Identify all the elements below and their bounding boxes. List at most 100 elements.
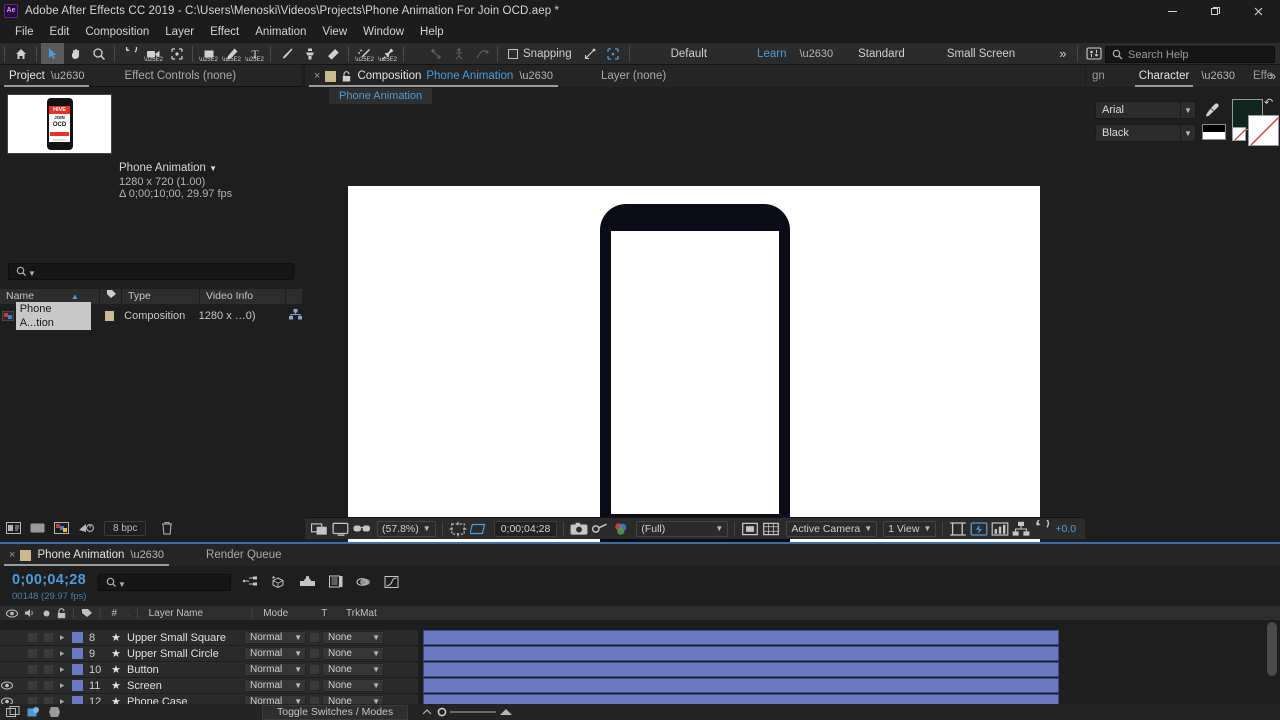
tab-character[interactable]: Character bbox=[1133, 65, 1196, 87]
layer-duration-bar[interactable] bbox=[423, 662, 1059, 677]
composition-viewer[interactable] bbox=[305, 105, 1085, 575]
3d-renderer-icon[interactable] bbox=[762, 520, 780, 538]
timeline-current-timecode[interactable]: 0;00;04;28 bbox=[12, 572, 86, 588]
workspace-small-screen[interactable]: Small Screen bbox=[940, 48, 1022, 60]
layer-solo-toggle[interactable] bbox=[28, 633, 37, 642]
layer-label-color[interactable] bbox=[72, 632, 83, 643]
layer-expand-arrow-icon[interactable]: ▸ bbox=[60, 662, 72, 678]
font-family-dropdown[interactable]: Arial ▼ bbox=[1095, 101, 1196, 119]
eye-icon[interactable] bbox=[6, 609, 18, 618]
font-style-dropdown[interactable]: Black ▼ bbox=[1095, 124, 1196, 142]
project-search-input[interactable]: ▼ bbox=[8, 263, 294, 280]
zoom-tool-icon[interactable] bbox=[87, 43, 110, 64]
layer-name[interactable]: Upper Small Square bbox=[127, 630, 244, 646]
no-fill-swatch[interactable] bbox=[1232, 127, 1246, 141]
puppet-bend-icon[interactable] bbox=[470, 43, 493, 64]
layer-preserve-transparency-toggle[interactable] bbox=[309, 649, 319, 658]
toggle-transparency-grid-icon[interactable] bbox=[741, 520, 759, 538]
lock-icon[interactable] bbox=[57, 607, 66, 619]
tab-effect-controls[interactable]: Effect Controls (none) bbox=[115, 65, 245, 87]
show-snapshot-icon[interactable] bbox=[591, 520, 609, 538]
project-item-label-color[interactable] bbox=[104, 310, 115, 321]
table-row[interactable]: ▸ 10 ★ Button Normal ▼ None ▼ bbox=[0, 662, 418, 678]
layer-blend-mode-dropdown[interactable]: Normal ▼ bbox=[244, 679, 306, 692]
channel-rgb-icon[interactable] bbox=[612, 520, 630, 538]
layer-trkmat-dropdown[interactable]: None ▼ bbox=[322, 647, 384, 660]
enable-motion-blur-icon[interactable] bbox=[356, 575, 371, 589]
zoom-in-icon[interactable] bbox=[498, 707, 514, 718]
hide-shy-layers-icon[interactable] bbox=[299, 575, 316, 589]
comp-dropdown-icon[interactable]: ▼ bbox=[209, 164, 217, 173]
layer-blend-mode-dropdown[interactable]: Normal ▼ bbox=[244, 663, 306, 676]
3d-glasses-icon[interactable] bbox=[353, 520, 371, 538]
close-button[interactable] bbox=[1237, 0, 1280, 22]
resolution-dropdown[interactable]: (Full) ▼ bbox=[636, 520, 729, 537]
layer-name-header[interactable]: Layer Name bbox=[145, 608, 245, 619]
region-of-interest-icon[interactable] bbox=[469, 520, 488, 538]
camera-view-dropdown[interactable]: Active Camera ▼ bbox=[786, 520, 878, 537]
right-panel-overflow-button[interactable]: » bbox=[1269, 69, 1276, 83]
layer-label-color[interactable] bbox=[72, 648, 83, 659]
pixel-aspect-correction-icon[interactable] bbox=[949, 520, 967, 538]
tab-layer[interactable]: Layer (none) bbox=[592, 65, 675, 87]
layer-preserve-transparency-toggle[interactable] bbox=[309, 665, 319, 674]
layer-lock-toggle[interactable] bbox=[44, 681, 53, 690]
delete-icon[interactable] bbox=[161, 521, 173, 535]
timeline-search-input[interactable]: ▼ bbox=[98, 574, 231, 591]
layer-trkmat-dropdown[interactable]: None ▼ bbox=[322, 679, 384, 692]
lock-icon[interactable] bbox=[342, 70, 351, 82]
close-tab-icon[interactable]: × bbox=[314, 70, 320, 82]
snapping-checkbox[interactable] bbox=[508, 48, 518, 59]
workspace-menu-icon[interactable]: \u2630 bbox=[799, 48, 833, 60]
workspace-standard[interactable]: Standard bbox=[851, 48, 912, 60]
choose-grid-icon[interactable] bbox=[449, 520, 467, 538]
column-label-tag[interactable] bbox=[100, 289, 122, 304]
layer-trkmat-dropdown[interactable]: None ▼ bbox=[322, 663, 384, 676]
new-composition-icon[interactable] bbox=[30, 522, 45, 534]
workspace-default[interactable]: Default bbox=[664, 48, 714, 60]
breadcrumb[interactable]: Phone Animation bbox=[329, 88, 433, 104]
layer-name[interactable]: Screen bbox=[127, 678, 244, 694]
puppet-starch-icon[interactable] bbox=[447, 43, 470, 64]
layer-lock-toggle[interactable] bbox=[44, 633, 53, 642]
column-type[interactable]: Type bbox=[122, 289, 200, 304]
table-row[interactable]: ▸ 9 ★ Upper Small Circle Normal ▼ None ▼ bbox=[0, 646, 418, 662]
search-help-field[interactable]: Search Help bbox=[1105, 46, 1275, 63]
layer-solo-toggle[interactable] bbox=[28, 665, 37, 674]
puppet-pin-tool-icon[interactable]: \u25E2 bbox=[376, 43, 399, 64]
layer-blend-mode-dropdown[interactable]: Normal ▼ bbox=[244, 647, 306, 660]
layer-duration-bar[interactable] bbox=[423, 678, 1059, 693]
interpret-footage-icon[interactable] bbox=[78, 522, 95, 534]
timeline-vertical-scrollbar[interactable] bbox=[1267, 622, 1277, 676]
layer-trkmat-dropdown[interactable]: None ▼ bbox=[322, 631, 384, 644]
tab-align[interactable]: gn bbox=[1086, 65, 1111, 87]
main-viewer-icon[interactable] bbox=[332, 520, 350, 538]
table-row[interactable]: ▸ 8 ★ Upper Small Square Normal ▼ None ▼ bbox=[0, 630, 418, 646]
layer-visibility-toggle[interactable] bbox=[0, 662, 14, 678]
snap-bounds-icon[interactable] bbox=[602, 43, 625, 64]
character-panel-menu-icon[interactable]: \u2630 bbox=[1201, 70, 1235, 82]
layer-lock-toggle[interactable] bbox=[44, 649, 53, 658]
selection-tool-icon[interactable] bbox=[41, 43, 64, 64]
workspace-settings-icon[interactable] bbox=[1082, 43, 1105, 64]
stroke-color-swatch[interactable] bbox=[1248, 115, 1279, 146]
menu-animation[interactable]: Animation bbox=[247, 22, 314, 42]
tab-composition[interactable]: × Composition Phone Animation \u2630 bbox=[305, 65, 562, 87]
fast-previews-icon[interactable] bbox=[970, 520, 988, 538]
menu-window[interactable]: Window bbox=[355, 22, 412, 42]
in-out-stretch-icon[interactable] bbox=[48, 706, 61, 718]
menu-file[interactable]: File bbox=[7, 22, 42, 42]
layer-visibility-toggle[interactable] bbox=[0, 630, 14, 646]
trkmat-header[interactable]: TrkMat bbox=[346, 608, 377, 619]
layer-visibility-toggle[interactable] bbox=[0, 646, 14, 662]
layer-expand-arrow-icon[interactable]: ▸ bbox=[60, 678, 72, 694]
comp-flowchart-icon[interactable] bbox=[1012, 520, 1030, 538]
brush-tool-icon[interactable] bbox=[275, 43, 298, 64]
menu-view[interactable]: View bbox=[314, 22, 355, 42]
layer-switches-icon[interactable] bbox=[6, 706, 20, 718]
anchor-point-tool-icon[interactable] bbox=[165, 43, 188, 64]
home-icon[interactable] bbox=[9, 43, 32, 64]
bit-depth-button[interactable]: 8 bpc bbox=[104, 520, 147, 536]
menu-effect[interactable]: Effect bbox=[202, 22, 247, 42]
camera-tool-icon[interactable]: \u25E2 bbox=[142, 43, 165, 64]
